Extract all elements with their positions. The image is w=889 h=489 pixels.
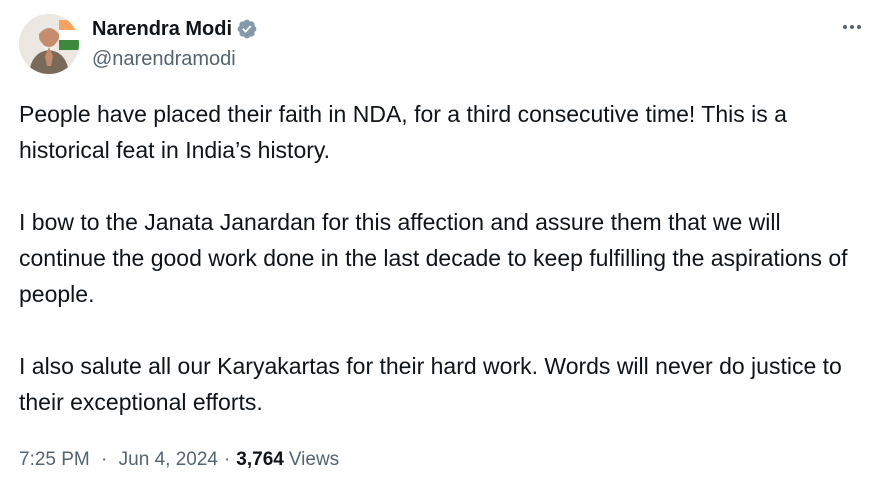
tweet-text: People have placed their faith in NDA, f… — [19, 96, 869, 420]
avatar-image — [19, 14, 79, 74]
author-display-name[interactable]: Narendra Modi — [92, 16, 232, 42]
tweet-paragraph: I also salute all our Karyakartas for th… — [19, 353, 842, 415]
author-handle[interactable]: @narendramodi — [92, 46, 236, 72]
views-label: Views — [288, 449, 340, 470]
more-options-button[interactable] — [837, 12, 867, 42]
tweet-timestamp-link[interactable]: 7:25 PM · Jun 4, 2024 — [19, 446, 218, 474]
tweet-paragraph: People have placed their faith in NDA, f… — [19, 101, 787, 163]
tweet-time: 7:25 PM — [19, 449, 90, 470]
tweet-date: Jun 4, 2024 — [118, 449, 218, 470]
author-name-row: Narendra Modi — [92, 16, 258, 42]
separator: · — [223, 449, 231, 470]
tweet-metadata: 7:25 PM · Jun 4, 2024 · 3,764 Views — [19, 446, 339, 474]
verified-badge-icon[interactable] — [236, 18, 258, 40]
more-dots-icon — [843, 25, 861, 29]
views-count: 3,764 — [236, 449, 284, 470]
tweet-card: Narendra Modi @narendramodi People have … — [0, 0, 889, 489]
tweet-paragraph: I bow to the Janata Janardan for this af… — [19, 209, 848, 307]
separator: · — [101, 449, 108, 470]
avatar[interactable] — [19, 14, 79, 74]
